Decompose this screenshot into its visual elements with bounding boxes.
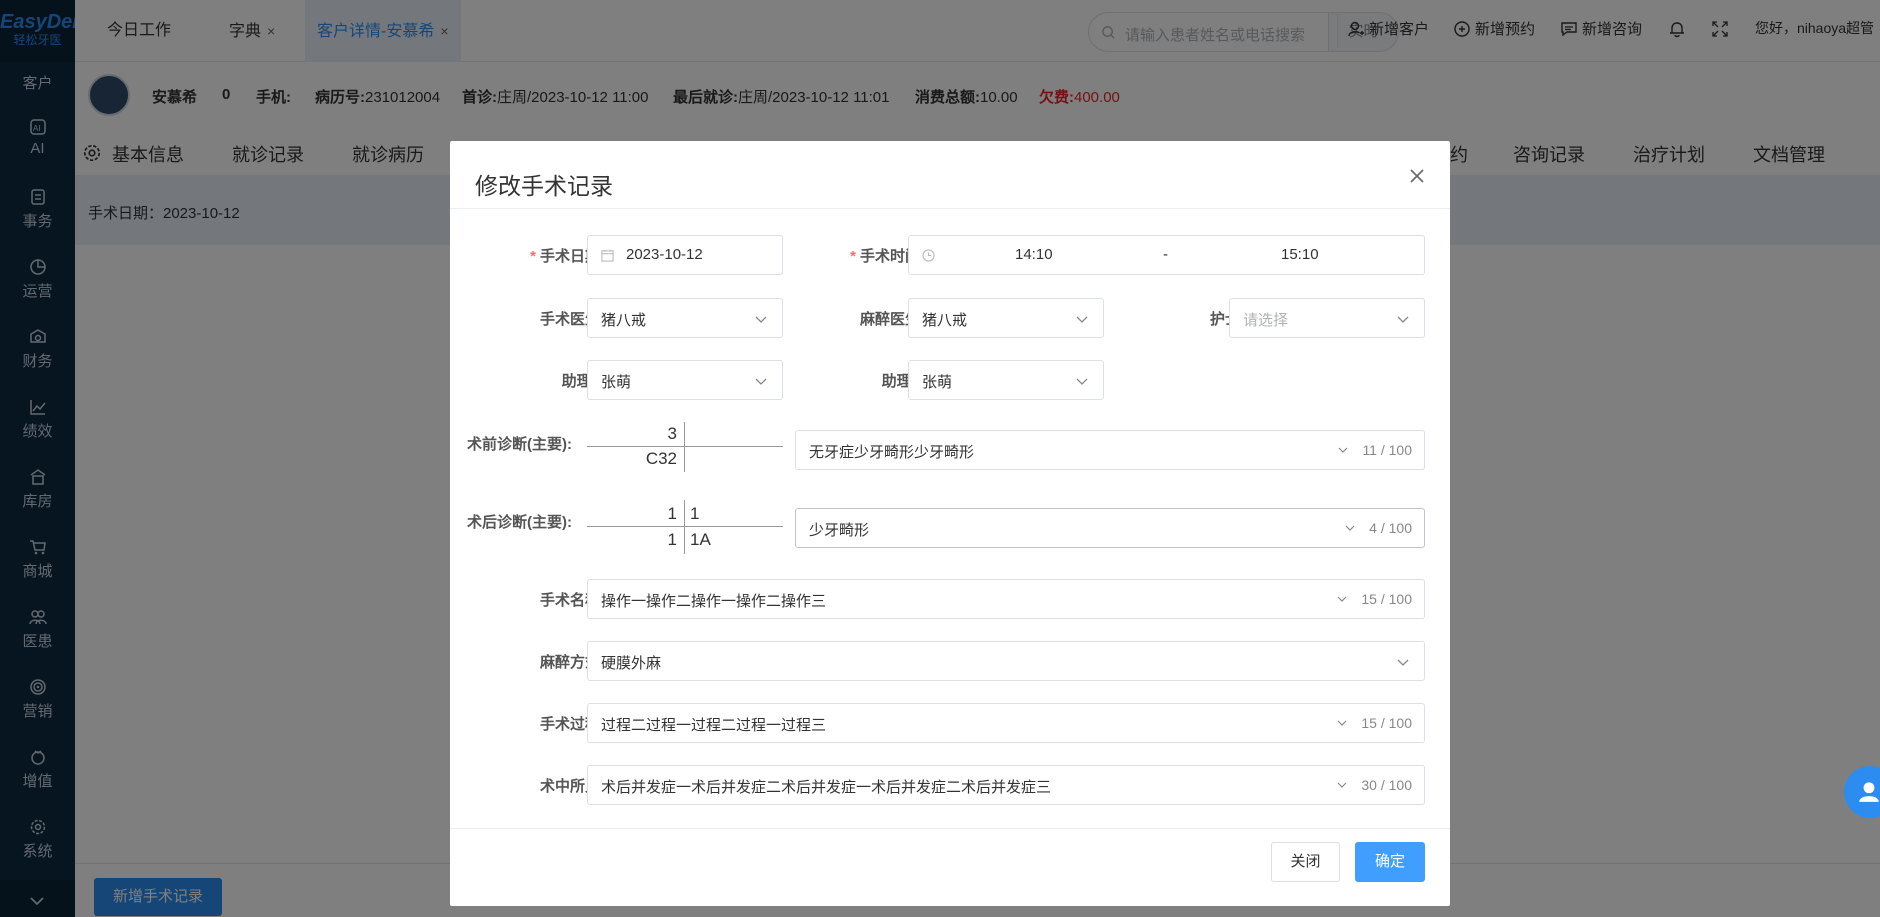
chevron-down-icon [1076,316,1088,323]
assistant2-label: 助理2: [881,373,925,390]
preop-diagnosis-input[interactable]: 无牙症少牙畸形少牙畸形 11 / 100 [795,430,1425,470]
surgery-date-value: 2023-10-12 [626,246,703,263]
surgery-name-label: 手术名称: [540,592,605,609]
nurse-select[interactable]: 请选择 [1229,298,1425,338]
tooth-upper-right: 1 [690,504,700,523]
required-mark: * [530,248,536,265]
tooth-chart-vertical-line [684,422,685,472]
chevron-down-icon [1076,378,1088,385]
tooth-lower-left: 1 [667,530,677,549]
postop-diagnosis-label: 术后诊断(主要): [467,514,572,531]
assistant1-label: 助理1: [561,373,605,390]
char-counter: 30 / 100 [1337,777,1412,793]
tooth-upper-left: 1 [667,504,677,523]
anesthesia-method-select[interactable]: 硬膜外麻 [587,641,1425,681]
chevron-down-icon [1345,525,1355,531]
surgery-process-label: 手术过程: [540,716,605,733]
end-time[interactable]: 15:10 [1281,246,1319,263]
required-mark: * [850,248,856,265]
preop-diagnosis-label: 术前诊断(主要): [467,436,572,453]
tooth-lower-right: 1A [690,530,711,549]
intraop-findings-label: 术中所见: [540,778,605,795]
surgeon-label: 手术医生: [540,311,605,328]
surgeon-select[interactable]: 猪八戒 [587,298,783,338]
surgery-process-input[interactable]: 过程二过程一过程二过程一过程三 15 / 100 [587,703,1425,743]
time-separator: - [1163,246,1168,263]
tooth-chart-horizontal-line [587,446,783,447]
char-counter: 4 / 100 [1345,520,1412,536]
surgery-name-input[interactable]: 操作一操作二操作一操作二操作三 15 / 100 [587,579,1425,619]
surgery-time-range[interactable]: 14:10 - 15:10 [908,235,1425,275]
assistant2-select[interactable]: 张萌 [908,360,1104,400]
postop-diagnosis-value: 少牙畸形 [809,522,870,539]
intraop-findings-input[interactable]: 术后并发症一术后并发症二术后并发症一术后并发症二术后并发症三 30 / 100 [587,765,1425,805]
surgery-date-label: * 手术日期: [530,248,605,265]
chevron-down-icon [755,316,767,323]
nurse-label: 护士: [1210,311,1245,328]
surgery-date-input[interactable]: 2023-10-12 [587,235,783,275]
char-counter: 11 / 100 [1338,442,1412,458]
close-button[interactable]: 关闭 [1271,842,1340,882]
clock-icon [922,249,935,262]
surgery-process-value: 过程二过程一过程二过程一过程三 [601,717,827,734]
dialog-header: 修改手术记录 [450,141,1450,209]
char-counter: 15 / 100 [1337,591,1412,607]
assistant2-value: 张萌 [922,374,953,391]
chevron-down-icon [755,378,767,385]
chevron-down-icon [1337,720,1347,726]
tooth-upper-left: 3 [667,424,677,443]
chevron-down-icon [1339,447,1348,453]
tooth-chart-vertical-line [684,500,685,554]
start-time[interactable]: 14:10 [1015,246,1053,263]
tooth-lower-left: C32 [645,449,677,468]
tooth-chart-horizontal-line [587,526,783,527]
customer-service-icon [1859,782,1879,802]
surgeon-value: 猪八戒 [601,312,647,329]
edit-surgery-record-dialog: 修改手术记录 * 手术日期: 2023-10-12 * 手术时间: 14:10 - … [450,141,1450,906]
intraop-findings-value: 术后并发症一术后并发症二术后并发症一术后并发症二术后并发症三 [601,779,1052,796]
anesthesiologist-select[interactable]: 猪八戒 [908,298,1104,338]
anesthesiologist-label: 麻醉医生: [860,311,925,328]
nurse-placeholder: 请选择 [1243,312,1289,329]
assistant1-value: 张萌 [601,374,632,391]
postop-diagnosis-input[interactable]: 少牙畸形 4 / 100 [795,508,1425,548]
assistant1-select[interactable]: 张萌 [587,360,783,400]
postop-tooth-chart[interactable]: 1 1 1 1A [587,500,783,554]
preop-tooth-chart[interactable]: 3 C32 [587,422,783,472]
chevron-down-icon [1337,596,1347,602]
anesthesiologist-value: 猪八戒 [922,312,968,329]
anesthesia-method-value: 硬膜外麻 [601,655,662,672]
anesthesia-method-label: 麻醉方式: [540,654,605,671]
close-icon[interactable] [1408,167,1426,185]
chevron-down-icon [1337,782,1347,788]
chevron-down-icon [1397,659,1409,666]
preop-diagnosis-value: 无牙症少牙畸形少牙畸形 [809,444,975,461]
chevron-down-icon [1397,316,1409,323]
char-counter: 15 / 100 [1337,715,1412,731]
surgery-name-value: 操作一操作二操作一操作二操作三 [601,593,827,610]
calendar-icon [601,249,614,262]
surgery-time-label: * 手术时间: [850,248,925,265]
dialog-title: 修改手术记录 [475,173,613,199]
dialog-footer: 关闭 确定 [450,828,1450,906]
confirm-button[interactable]: 确定 [1355,842,1425,882]
